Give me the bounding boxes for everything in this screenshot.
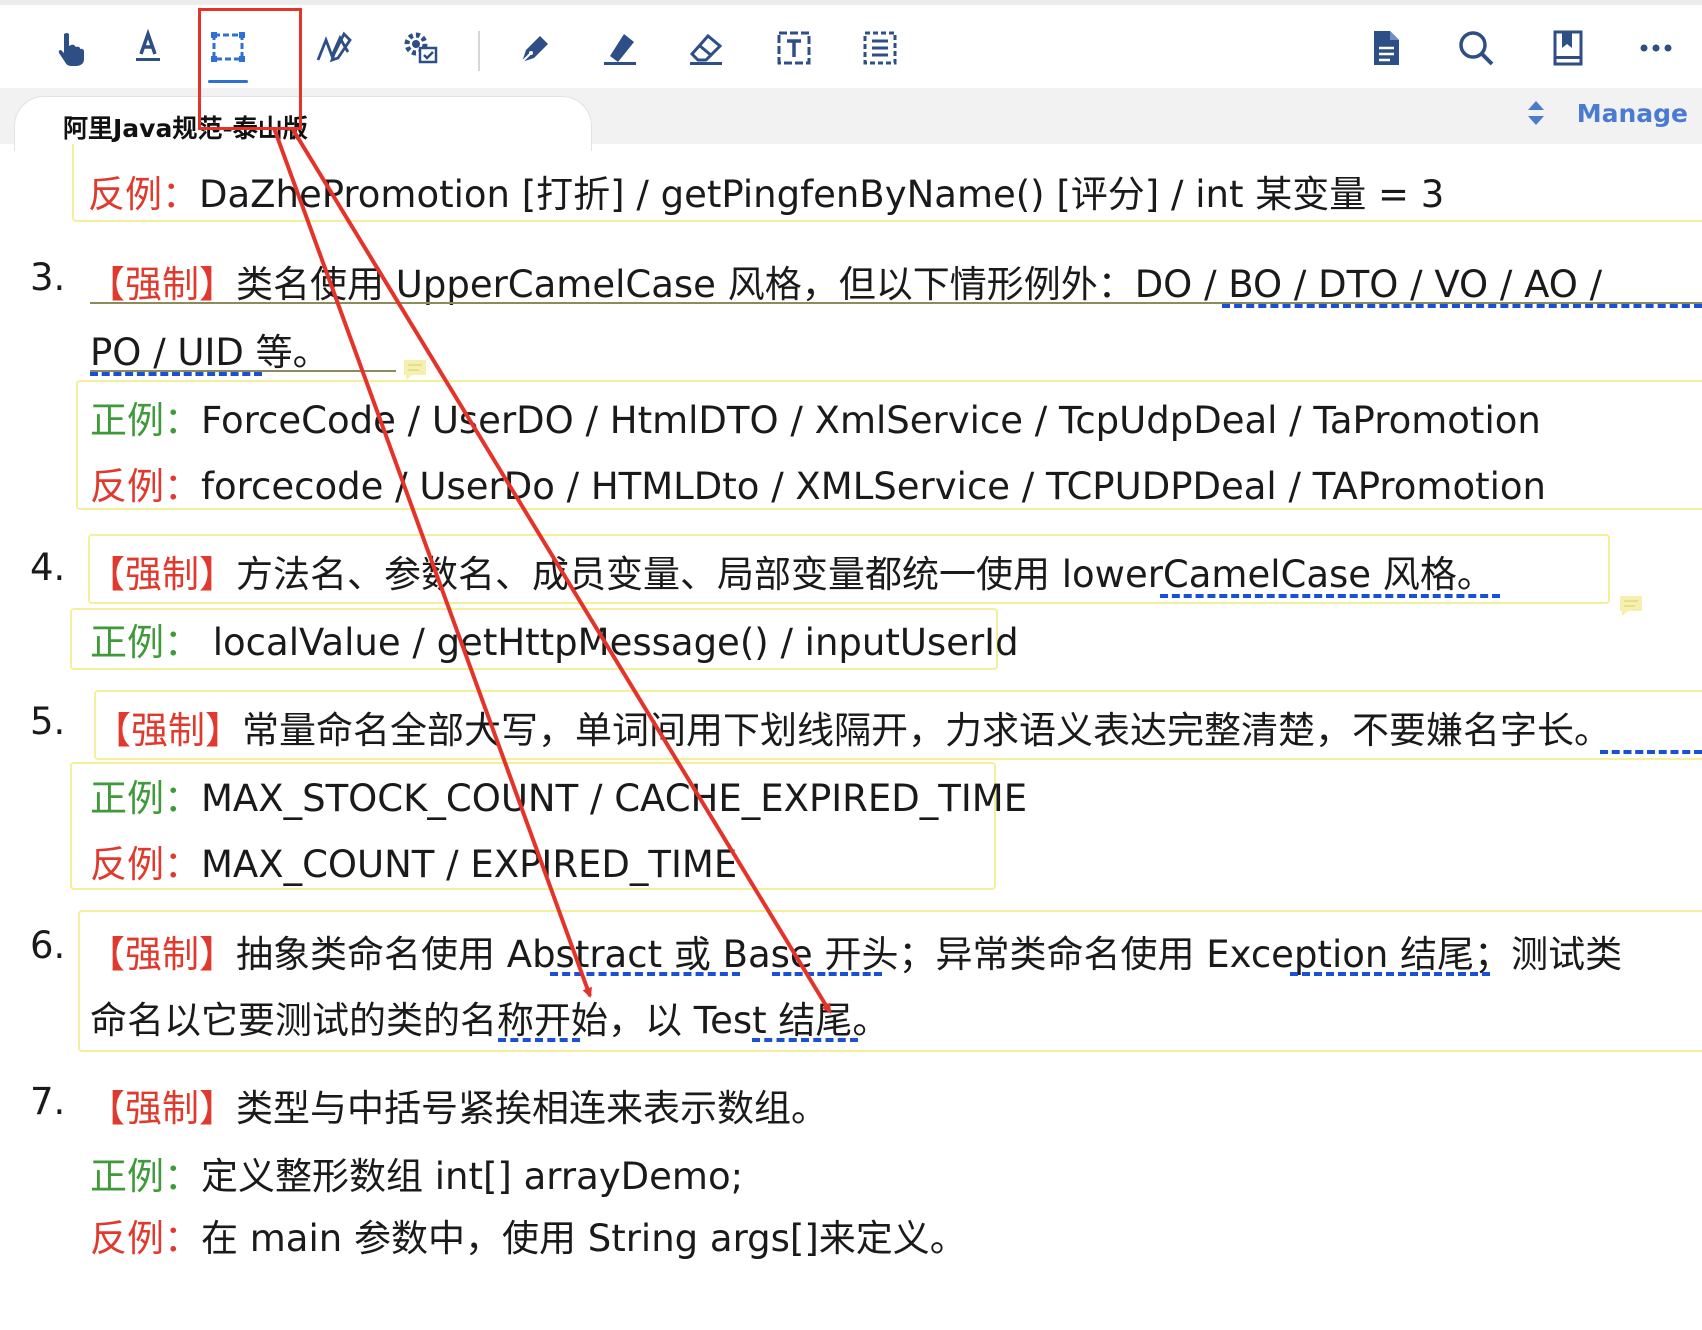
pen-tool[interactable] [504,17,564,79]
annotation-toolbar [0,0,1702,92]
item-7-line-1: 【强制】类型与中括号紧挨相连来表示数组。 [88,1078,828,1132]
spellcheck-underline [752,1038,858,1042]
document-tool[interactable] [1356,17,1416,79]
negative-example-text: 在 main 参数中，使用 String args[]来定义。 [201,1217,967,1260]
document-icon [1374,31,1399,65]
positive-example-text: localValue / getHttpMessage() / inputUse… [201,621,1019,664]
manage-button[interactable]: Manage [1577,99,1688,128]
highlighter-icon [604,34,636,65]
negative-label: 反例： [90,843,201,886]
negative-label: 反例： [90,465,201,508]
counter-example-text: DaZhePromotion [打折] / getPingfenByName()… [199,173,1445,216]
item-number: 3. [30,256,66,299]
negative-example-text: MAX_COUNT / EXPIRED_TIME [201,843,738,886]
text-box-icon [777,31,811,65]
more-tool[interactable] [1626,17,1686,79]
negative-example-line: 反例：MAX_COUNT / EXPIRED_TIME [90,834,737,888]
positive-example-line: 正例：MAX_STOCK_COUNT / CACHE_EXPIRED_TIME [90,768,1027,822]
negative-label: 反例： [90,1217,201,1260]
positive-example-text: ForceCode / UserDO / HtmlDTO / XmlServic… [201,399,1541,442]
item-text: 类型与中括号紧挨相连来表示数组。 [236,1087,828,1130]
spellcheck-underline [90,372,262,376]
spellcheck-underline [1160,594,1500,598]
negative-label: 反例： [88,173,199,216]
pdf-reader-window: 阿里Java规范-泰山版 Manage 反例：DaZhePromotion [打… [0,0,1702,1330]
signature-tool[interactable] [304,17,364,79]
document-tab-bar: 阿里Java规范-泰山版 Manage [0,88,1702,151]
search-tool[interactable] [1446,17,1506,79]
item-number: 6. [30,924,66,967]
spellcheck-underline [1290,972,1490,976]
comment-note-icon[interactable] [402,358,428,382]
stamp-tool[interactable] [390,17,450,79]
sort-icon[interactable] [1525,98,1547,128]
text-highlight-tool[interactable] [118,17,178,79]
spellcheck-underline [550,972,740,976]
spellcheck-underline [1600,750,1702,754]
tabbar-actions: Manage [1525,98,1688,128]
positive-example-line: 正例：定义整形数组 int[] arrayDemo; [90,1146,743,1200]
positive-example-line: 正例：ForceCode / UserDO / HtmlDTO / XmlSer… [90,390,1541,444]
spellcheck-underline [772,972,882,976]
text-box-tool[interactable] [764,17,824,79]
spellcheck-underline [498,1038,580,1042]
positive-example-text: 定义整形数组 int[] arrayDemo; [201,1155,744,1198]
item-number: 4. [30,546,66,589]
signature-icon [316,31,352,63]
item-text: 方法名、参数名、成员变量、局部变量都统一使用 lowerCamelCase 风格… [236,553,1494,596]
item-6-line-1: 【强制】抽象类命名使用 Abstract 或 Base 开头；异常类命名使用 E… [88,924,1622,978]
hand-pointer-icon [58,33,84,66]
mandatory-tag: 【强制】 [88,553,236,596]
comment-note-icon[interactable] [1618,594,1644,618]
mandatory-tag: 【强制】 [88,263,236,306]
dashed-rectangle-icon [211,32,245,62]
eraser-tool[interactable] [676,17,736,79]
positive-label: 正例： [90,777,201,820]
item-number: 7. [30,1080,66,1123]
positive-example-text: MAX_STOCK_COUNT / CACHE_EXPIRED_TIME [201,777,1028,820]
bookmark-icon [1553,30,1583,66]
negative-example-line: 反例：在 main 参数中，使用 String args[]来定义。 [90,1208,967,1262]
item-number: 5. [30,700,66,743]
item-text: 常量命名全部大写，单词间用下划线隔开，力求语义表达完整清楚，不要嫌名字长。 [242,709,1611,752]
item-3-line-2: PO / UID 等。 [90,331,330,374]
positive-label: 正例： [90,1155,201,1198]
rectangle-tool[interactable] [198,17,258,83]
bookmark-tool[interactable] [1538,17,1598,79]
search-icon [1459,31,1494,66]
counter-example-line: 反例：DaZhePromotion [打折] / getPingfenByNam… [88,164,1444,218]
toolbar-separator [478,31,480,71]
item-4-line-1: 【强制】方法名、参数名、成员变量、局部变量都统一使用 lowerCamelCas… [88,544,1494,598]
mandatory-tag: 【强制】 [88,1087,236,1130]
mandatory-tag: 【强制】 [88,933,236,976]
item-3-line-1: 【强制】类名使用 UpperCamelCase 风格，但以下情形例外：DO / … [88,254,1602,308]
negative-example-text: forcecode / UserDo / HTMLDto / XMLServic… [201,465,1546,508]
document-tab-title: 阿里Java规范-泰山版 [63,114,308,143]
text-underline-icon [136,28,160,61]
item-5-line-1: 【强制】常量命名全部大写，单词间用下划线隔开，力求语义表达完整清楚，不要嫌名字长… [94,700,1611,754]
item-6-line-2: 命名以它要测试的类的名称开始，以 Test 结尾。 [90,999,890,1042]
positive-example-line: 正例： localValue / getHttpMessage() / inpu… [90,612,1019,666]
document-page: 反例：DaZhePromotion [打折] / getPingfenByNam… [0,144,1702,1330]
positive-label: 正例： [90,621,201,664]
area-select-tool[interactable] [850,17,910,79]
item-text: 抽象类命名使用 Abstract 或 Base 开头；异常类命名使用 Excep… [236,933,1623,976]
gear-stamp-icon [404,32,438,64]
more-icon [1640,44,1672,52]
positive-label: 正例： [90,399,201,442]
dashed-list-icon [863,31,897,65]
item-text: 类名使用 UpperCamelCase 风格，但以下情形例外：DO / BO /… [236,263,1603,306]
document-tab[interactable]: 阿里Java规范-泰山版 [14,96,592,151]
mandatory-tag: 【强制】 [94,709,242,752]
fountain-pen-icon [521,36,548,63]
highlighter-tool[interactable] [590,17,650,79]
eraser-icon [689,33,723,65]
negative-example-line: 反例：forcecode / UserDo / HTMLDto / XMLSer… [90,456,1546,510]
spellcheck-underline [1222,304,1702,308]
pointer-tool[interactable] [40,17,100,79]
